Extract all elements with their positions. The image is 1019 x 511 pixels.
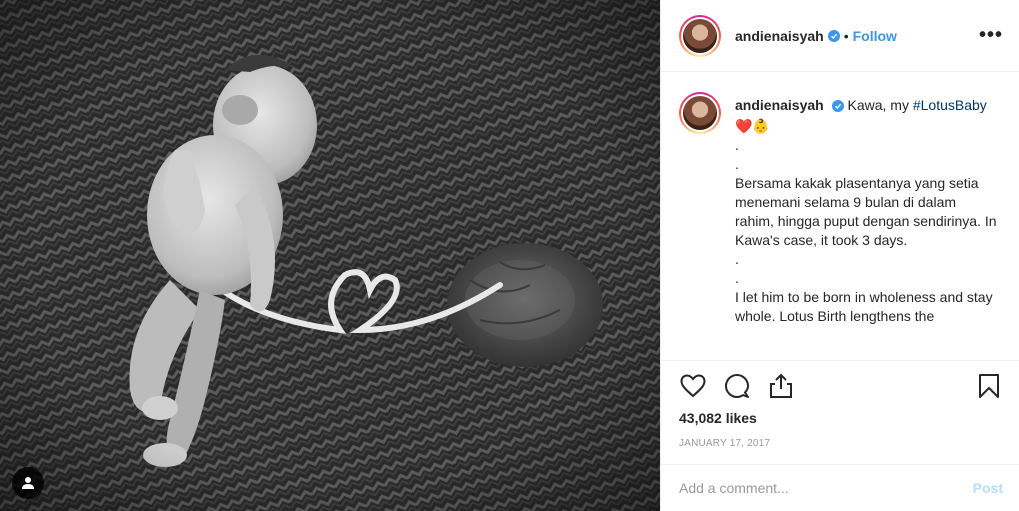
more-options-icon[interactable]: ••• <box>979 24 1003 47</box>
share-button[interactable] <box>767 372 795 400</box>
save-button[interactable] <box>975 372 1003 400</box>
caption-author-avatar[interactable] <box>679 92 721 134</box>
caption-username[interactable]: andienaisyah <box>735 97 824 113</box>
caption-lead: Kawa, my <box>847 97 913 113</box>
like-button[interactable] <box>679 372 707 400</box>
verified-badge-icon <box>827 29 840 42</box>
verified-badge-icon <box>831 100 844 113</box>
caption-line: . <box>735 137 739 153</box>
caption-text: . . Bersama kakak plasentanya yang setia… <box>735 136 997 326</box>
newborn-lotus-birth-photo <box>0 0 660 511</box>
author-avatar[interactable] <box>679 14 721 57</box>
caption-body: andienaisyah Kawa, my #LotusBaby ❤️👶 . .… <box>735 96 997 326</box>
post-header: andienaisyah • Follow ••• <box>661 0 1019 72</box>
heart-icon <box>680 373 706 397</box>
tagged-users-button[interactable] <box>12 467 44 499</box>
share-icon <box>770 373 792 398</box>
comment-icon <box>725 373 749 398</box>
comment-bar: Post <box>661 464 1019 511</box>
author-username[interactable]: andienaisyah <box>735 28 824 44</box>
post-date[interactable]: JANUARY 17, 2017 <box>679 438 770 449</box>
likes-count[interactable]: 43,082 likes <box>679 410 757 426</box>
comment-button[interactable] <box>723 372 751 400</box>
caption-area[interactable]: andienaisyah Kawa, my #LotusBaby ❤️👶 . .… <box>661 72 1019 358</box>
caption-line: I let him to be born in wholeness and st… <box>735 289 993 324</box>
post-actions <box>661 360 1019 410</box>
comment-input[interactable] <box>679 480 973 496</box>
post-sidebar: andienaisyah • Follow ••• andienaisyah K… <box>660 0 1019 511</box>
separator-dot: • <box>843 27 849 44</box>
caption-emojis: ❤️👶 <box>735 118 770 134</box>
post-comment-button[interactable]: Post <box>973 480 1003 496</box>
caption-line: Bersama kakak plasentanya yang setia men… <box>735 175 997 248</box>
caption-line: . <box>735 270 739 286</box>
user-tag-icon <box>22 477 34 489</box>
follow-button[interactable]: Follow <box>853 28 897 44</box>
bookmark-icon <box>979 373 999 398</box>
post-photo[interactable] <box>0 0 660 511</box>
hashtag-link[interactable]: #LotusBaby <box>913 97 987 113</box>
caption-line: . <box>735 156 739 172</box>
caption-line: . <box>735 251 739 267</box>
